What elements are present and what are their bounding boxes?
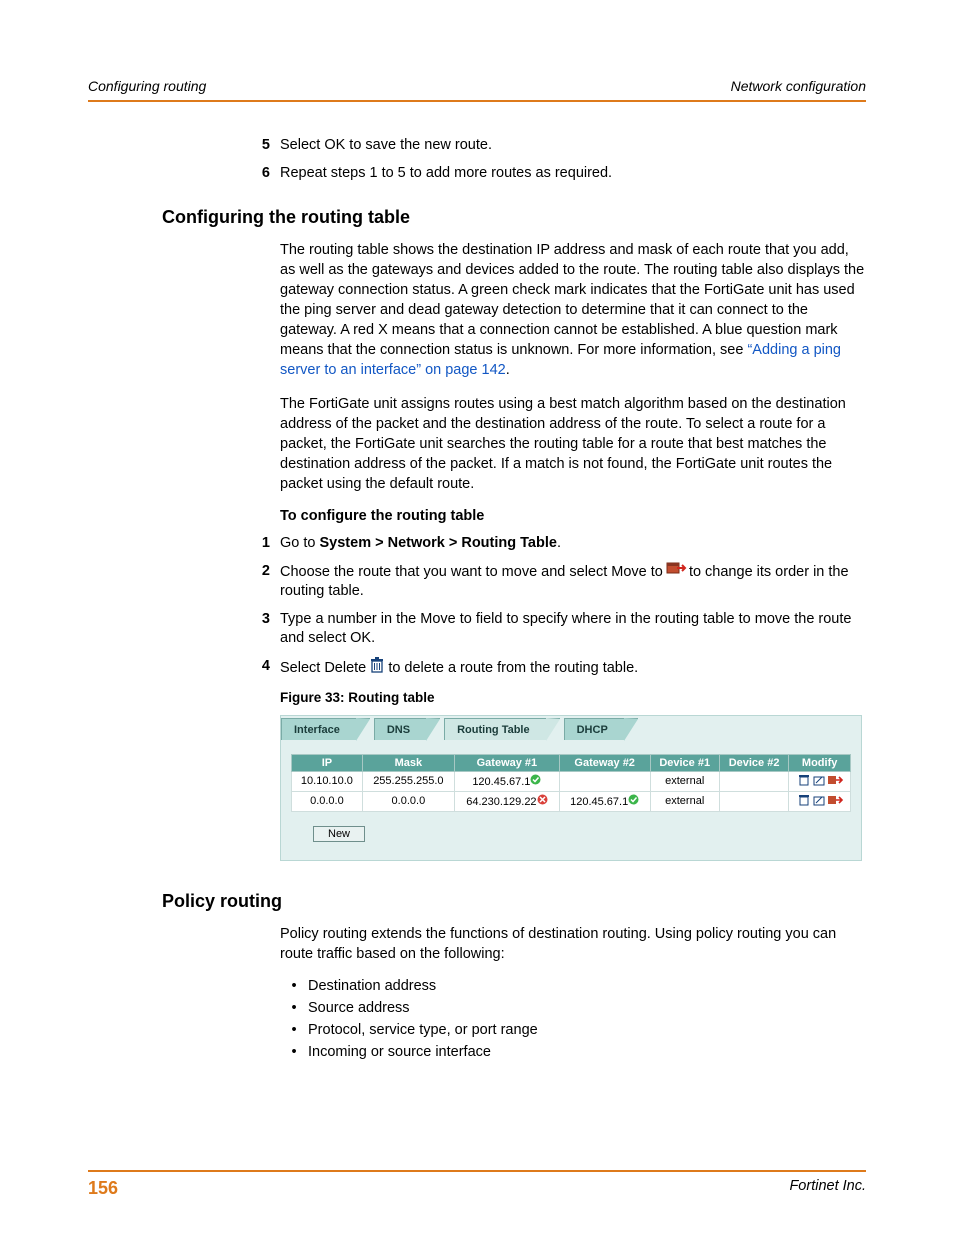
cell-gw2: [559, 771, 650, 791]
cell-gw2: 120.45.67.1: [559, 791, 650, 811]
move-icon[interactable]: [828, 777, 842, 789]
bullet-text: Source address: [308, 1000, 410, 1016]
cell-mask: 0.0.0.0: [362, 791, 454, 811]
bullet-icon: •: [280, 978, 308, 994]
figure-routing-table: Interface DNS Routing Table DHCP IP Mask…: [280, 715, 862, 861]
list-item: 4 Select Delete to delete a route from t…: [252, 657, 866, 680]
step-number: 5: [252, 136, 280, 156]
status-ok-icon: [628, 796, 639, 808]
figure-caption: Figure 33: Routing table: [280, 690, 866, 705]
cell-ip: 0.0.0.0: [292, 791, 363, 811]
step-number: 3: [252, 610, 280, 649]
cell-gw1: 64.230.129.22: [454, 791, 559, 811]
col-mask: Mask: [362, 754, 454, 771]
routing-table: IP Mask Gateway #1 Gateway #2 Device #1 …: [291, 754, 851, 812]
cell-d2: [719, 791, 788, 811]
list-item: •Destination address: [280, 978, 866, 994]
col-gateway1: Gateway #1: [454, 754, 559, 771]
delete-icon[interactable]: [798, 777, 810, 789]
new-button[interactable]: New: [313, 826, 365, 842]
table-header-row: IP Mask Gateway #1 Gateway #2 Device #1 …: [292, 754, 851, 771]
status-ok-icon: [530, 776, 541, 788]
header-left: Configuring routing: [88, 78, 206, 94]
col-device1: Device #1: [650, 754, 719, 771]
body-text: .: [506, 362, 510, 378]
cell-ip: 10.10.10.0: [292, 771, 363, 791]
step-text: Repeat steps 1 to 5 to add more routes a…: [280, 164, 866, 184]
publisher: Fortinet Inc.: [789, 1178, 866, 1199]
list-item: 5 Select OK to save the new route.: [252, 136, 866, 156]
move-icon[interactable]: [828, 797, 842, 809]
bullet-icon: •: [280, 1000, 308, 1016]
heading-configuring-routing-table: Configuring the routing table: [162, 207, 866, 228]
ui-path: System > Network > Routing Table: [320, 535, 557, 551]
col-device2: Device #2: [719, 754, 788, 771]
list-item: •Incoming or source interface: [280, 1044, 866, 1060]
cell-d2: [719, 771, 788, 791]
tab-dns[interactable]: DNS: [374, 718, 426, 740]
step-number: 6: [252, 164, 280, 184]
heading-policy-routing: Policy routing: [162, 891, 866, 912]
cell-mask: 255.255.255.0: [362, 771, 454, 791]
edit-icon[interactable]: [813, 777, 825, 789]
step-number: 2: [252, 562, 280, 602]
cell-modify: [789, 791, 851, 811]
delete-icon[interactable]: [798, 797, 810, 809]
body-text: The routing table shows the destination …: [280, 242, 864, 358]
paragraph: Policy routing extends the functions of …: [280, 924, 866, 964]
cell-d1: external: [650, 771, 719, 791]
step-text: Select Delete to delete a route from the…: [280, 657, 866, 680]
page-number: 156: [88, 1178, 118, 1199]
list-item: •Source address: [280, 1000, 866, 1016]
tab-interface[interactable]: Interface: [281, 718, 356, 740]
cell-d1: external: [650, 791, 719, 811]
bullet-text: Incoming or source interface: [308, 1044, 491, 1060]
cell-modify: [789, 771, 851, 791]
bullet-icon: •: [280, 1044, 308, 1060]
list-item: 2 Choose the route that you want to move…: [252, 562, 866, 602]
paragraph: The routing table shows the destination …: [280, 240, 866, 380]
page-footer: 156 Fortinet Inc.: [88, 1170, 866, 1199]
running-header: Configuring routing Network configuratio…: [88, 78, 866, 94]
status-bad-icon: [537, 796, 548, 808]
step-text: Choose the route that you want to move a…: [280, 562, 866, 602]
move-to-icon: [667, 562, 685, 583]
list-item: 3 Type a number in the Move to field to …: [252, 610, 866, 649]
footer-rule: [88, 1170, 866, 1172]
list-item: 1 Go to System > Network > Routing Table…: [252, 534, 866, 554]
procedure-title: To configure the routing table: [280, 508, 866, 524]
edit-icon[interactable]: [813, 797, 825, 809]
bullet-list: •Destination address •Source address •Pr…: [280, 978, 866, 1060]
list-item: 6 Repeat steps 1 to 5 to add more routes…: [252, 164, 866, 184]
delete-trash-icon: [370, 657, 384, 680]
col-ip: IP: [292, 754, 363, 771]
cell-gw1: 120.45.67.1: [454, 771, 559, 791]
step-text: Select OK to save the new route.: [280, 136, 866, 156]
tab-routing-table[interactable]: Routing Table: [444, 718, 546, 740]
table-row: 0.0.0.0 0.0.0.0 64.230.129.22 120.45.67.…: [292, 791, 851, 811]
document-page: Configuring routing Network configuratio…: [0, 0, 954, 1235]
paragraph: The FortiGate unit assigns routes using …: [280, 394, 866, 494]
step-number: 1: [252, 534, 280, 554]
step-text: Go to System > Network > Routing Table.: [280, 534, 866, 554]
header-right: Network configuration: [731, 78, 866, 94]
bullet-icon: •: [280, 1022, 308, 1038]
step-number: 4: [252, 657, 280, 680]
header-rule: [88, 100, 866, 102]
bullet-text: Destination address: [308, 978, 436, 994]
table-row: 10.10.10.0 255.255.255.0 120.45.67.1 ext…: [292, 771, 851, 791]
bullet-text: Protocol, service type, or port range: [308, 1022, 538, 1038]
col-modify: Modify: [789, 754, 851, 771]
tab-dhcp[interactable]: DHCP: [564, 718, 624, 740]
list-item: •Protocol, service type, or port range: [280, 1022, 866, 1038]
table-area: IP Mask Gateway #1 Gateway #2 Device #1 …: [281, 740, 861, 842]
tab-strip: Interface DNS Routing Table DHCP: [281, 716, 861, 740]
col-gateway2: Gateway #2: [559, 754, 650, 771]
step-text: Type a number in the Move to field to sp…: [280, 610, 866, 649]
